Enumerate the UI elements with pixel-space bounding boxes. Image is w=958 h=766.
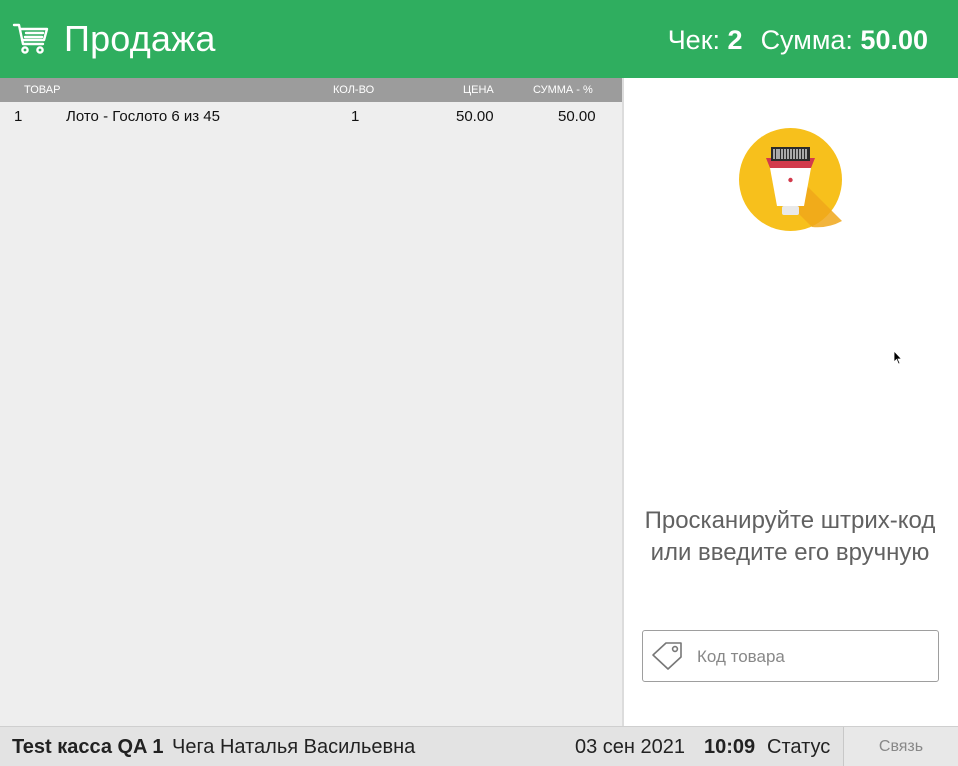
barcode-scanner-icon [739,128,842,231]
column-header-item: ТОВАР [24,84,61,96]
row-price: 50.00 [456,108,494,125]
status-bar: Test касса QA 1 Чега Наталья Васильевна … [0,726,958,766]
row-qty: 1 [351,108,360,125]
product-code-input[interactable] [697,643,927,671]
row-number: 1 [14,108,23,125]
cashier-name: Чега Наталья Васильевна [172,736,416,758]
page-title: Продажа [64,18,216,59]
panel-divider [622,78,624,726]
table-row[interactable]: 1 Лото - Гослото 6 из 45 1 50.00 50.00 [0,106,622,128]
receipt-items-list: ТОВАР КОЛ-ВО ЦЕНА СУММА - % 1 Лото - Гос… [0,78,622,726]
shopping-cart-icon [12,22,50,56]
sum-label: Сумма: [760,25,853,55]
table-header: ТОВАР КОЛ-ВО ЦЕНА СУММА - % [0,78,622,102]
sum-value: 50.00 [860,25,928,55]
header-bar: Продажа Чек: 2 Сумма: 50.00 [0,0,958,78]
row-item-name: Лото - Гослото 6 из 45 [66,108,220,125]
connection-button[interactable]: Связь [843,727,958,766]
mouse-cursor-icon [893,349,903,366]
column-header-qty: КОЛ-ВО [333,84,375,96]
current-time: 10:09 [704,736,756,758]
column-header-price: ЦЕНА [463,84,494,96]
product-code-field[interactable] [642,630,939,682]
check-label: Чек: [667,25,721,55]
status-button[interactable]: Статус [767,727,830,766]
tag-icon [651,641,685,671]
row-sum: 50.00 [558,108,596,125]
check-number: 2 [727,25,743,55]
till-name: Test касса QA 1 [12,736,164,758]
column-header-sum: СУММА - % [533,84,593,96]
scan-prompt: Просканируйте штрих-код или введите его … [644,507,936,566]
current-date: 03 сен 2021 [575,736,686,758]
receipt-totals: Чек: 2 Сумма: 50.00 [668,22,928,58]
